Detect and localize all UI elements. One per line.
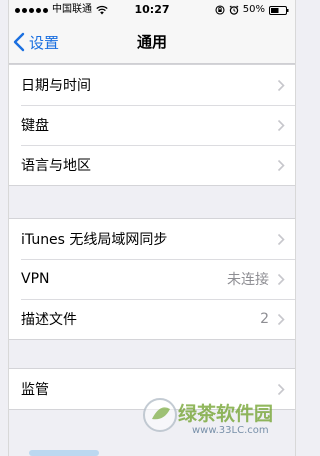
chevron-right-icon [277, 119, 285, 131]
settings-screen: 中国联通 10:27 50% 设置 通用 日期与时间 键盘 语言与地区 iTun… [8, 0, 296, 456]
row-date-time[interactable]: 日期与时间 [9, 65, 295, 105]
rotation-lock-icon [215, 5, 225, 15]
chevron-right-icon [277, 273, 285, 285]
row-supervision[interactable]: 监管 [9, 369, 295, 409]
settings-group-3: 监管 [9, 368, 295, 410]
status-bar: 中国联通 10:27 50% [9, 0, 295, 20]
alarm-icon [229, 5, 239, 15]
row-profiles[interactable]: 描述文件 2 [9, 299, 295, 339]
row-vpn[interactable]: VPN 未连接 [9, 259, 295, 299]
row-label: 语言与地区 [21, 158, 91, 174]
settings-group-1: 日期与时间 键盘 语言与地区 [9, 64, 295, 186]
row-label: 日期与时间 [21, 78, 91, 94]
row-label: 键盘 [21, 118, 49, 134]
row-label: 描述文件 [21, 312, 77, 328]
row-label: iTunes 无线局域网同步 [21, 232, 168, 248]
profiles-count-value: 2 [260, 311, 269, 327]
row-label: VPN [21, 271, 50, 287]
row-keyboard[interactable]: 键盘 [9, 105, 295, 145]
battery-percentage: 50% [242, 4, 265, 15]
chevron-right-icon [277, 383, 285, 395]
row-language-region[interactable]: 语言与地区 [9, 145, 295, 185]
row-itunes-wifi-sync[interactable]: iTunes 无线局域网同步 [9, 219, 295, 259]
chevron-right-icon [277, 79, 285, 91]
chevron-right-icon [277, 233, 285, 245]
vpn-status-value: 未连接 [227, 272, 269, 288]
page-title: 通用 [136, 33, 167, 51]
partial-element-bottom [29, 450, 99, 456]
settings-group-2: iTunes 无线局域网同步 VPN 未连接 描述文件 2 [9, 218, 295, 340]
status-right: 50% [215, 0, 289, 20]
chevron-right-icon [277, 159, 285, 171]
chevron-right-icon [277, 313, 285, 325]
row-label: 监管 [21, 382, 49, 398]
battery-icon [269, 5, 289, 15]
navigation-bar: 设置 通用 [9, 20, 295, 64]
